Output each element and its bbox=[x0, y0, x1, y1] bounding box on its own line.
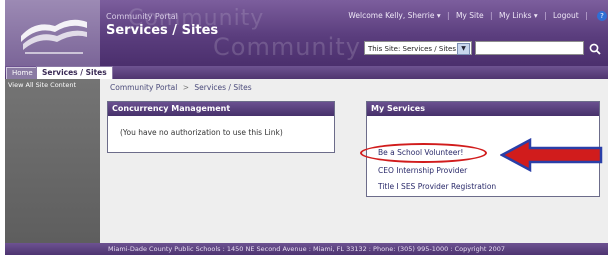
no-authorization-message: (You have no authorization to use this L… bbox=[120, 128, 283, 137]
header-watermark-bottom: Community bbox=[213, 33, 361, 61]
link-separator: | bbox=[544, 11, 547, 20]
top-links: Welcome Kelly, Sherrie ▾ | My Site | My … bbox=[348, 11, 607, 21]
site-footer: Miami-Dade County Public Schools : 1450 … bbox=[5, 243, 608, 255]
my-site-link[interactable]: My Site bbox=[456, 11, 484, 20]
site-logo[interactable] bbox=[5, 0, 100, 66]
ceo-internship-link[interactable]: CEO Internship Provider bbox=[378, 166, 467, 175]
concurrency-management-webpart: Concurrency Management bbox=[107, 101, 335, 153]
breadcrumb-separator: > bbox=[182, 83, 190, 92]
help-icon[interactable]: ? bbox=[597, 11, 607, 21]
link-separator: | bbox=[490, 11, 493, 20]
logout-link[interactable]: Logout bbox=[553, 11, 579, 20]
portal-name[interactable]: Community Portal bbox=[106, 12, 178, 21]
chevron-down-icon[interactable]: ▾ bbox=[532, 11, 538, 20]
search-icon bbox=[589, 43, 601, 55]
chevron-down-icon[interactable]: ▾ bbox=[434, 11, 441, 20]
search-scope-select[interactable]: This Site: Services / Sites ▼ bbox=[364, 41, 472, 55]
search-scope-value: This Site: Services / Sites bbox=[368, 45, 456, 53]
link-separator: | bbox=[585, 11, 588, 20]
my-links-menu[interactable]: My Links bbox=[499, 11, 532, 20]
tab-services-sites[interactable]: Services / Sites bbox=[36, 66, 113, 79]
search-button[interactable] bbox=[588, 41, 602, 55]
page-title: Services / Sites bbox=[106, 23, 219, 38]
search-input[interactable] bbox=[475, 41, 584, 55]
red-arrow-icon bbox=[500, 138, 603, 172]
breadcrumb-current: Services / Sites bbox=[194, 83, 252, 92]
annotation-circle bbox=[360, 143, 487, 163]
webpart-title: Concurrency Management bbox=[108, 102, 334, 116]
title-i-ses-registration-link[interactable]: Title I SES Provider Registration bbox=[378, 182, 496, 191]
breadcrumb: Community Portal > Services / Sites bbox=[110, 83, 252, 92]
book-logo-icon bbox=[21, 19, 87, 54]
link-separator: | bbox=[447, 11, 450, 20]
quick-launch-sidebar bbox=[5, 79, 100, 243]
welcome-menu[interactable]: Welcome Kelly, Sherrie bbox=[348, 11, 434, 20]
view-all-site-content-link[interactable]: View All Site Content bbox=[8, 81, 76, 89]
webpart-title: My Services bbox=[367, 102, 599, 116]
chevron-down-icon[interactable]: ▼ bbox=[457, 43, 470, 55]
breadcrumb-root-link[interactable]: Community Portal bbox=[110, 83, 177, 92]
